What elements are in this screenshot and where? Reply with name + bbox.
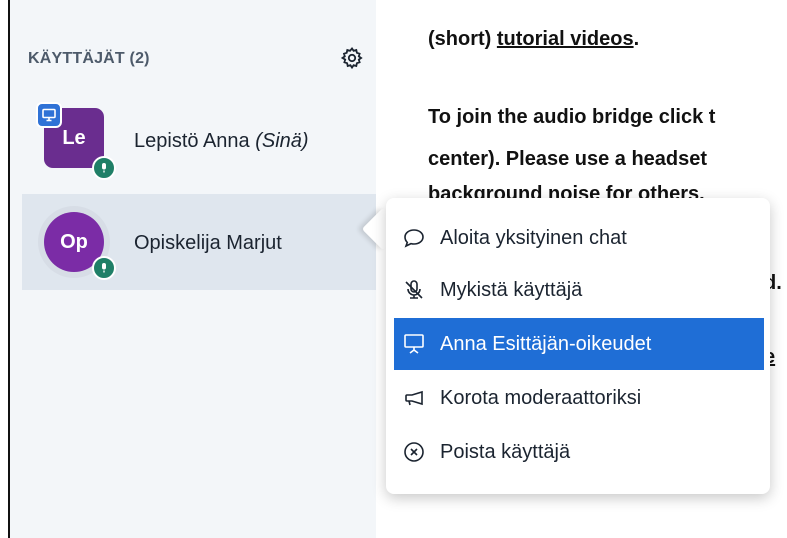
microphone-icon xyxy=(92,156,116,180)
menu-item-label: Anna Esittäjän-oikeudet xyxy=(440,332,652,355)
presentation-icon xyxy=(400,330,428,358)
message-line-1: (short) tutorial videos. xyxy=(428,28,640,50)
microphone-icon xyxy=(92,256,116,280)
user-name: Lepistö Anna (Sinä) xyxy=(134,130,309,152)
gear-icon[interactable] xyxy=(340,46,364,70)
menu-item-private-chat[interactable]: Aloita yksityinen chat xyxy=(394,212,764,264)
user-context-menu: Aloita yksityinen chat Mykistä käyttäjä … xyxy=(386,198,770,494)
menu-item-remove-user[interactable]: Poista käyttäjä xyxy=(394,426,764,478)
menu-item-promote-moderator[interactable]: Korota moderaattoriksi xyxy=(394,372,764,424)
menu-item-make-presenter[interactable]: Anna Esittäjän-oikeudet xyxy=(394,318,764,370)
user-row-self[interactable]: Le Lepistö Anna (Sinä) xyxy=(22,96,376,192)
tutorial-videos-link[interactable]: tutorial videos xyxy=(497,28,634,50)
megaphone-icon xyxy=(400,384,428,412)
user-list-panel: KÄYTTÄJÄT (2) Le Lepistö Anna (Sinä) Op … xyxy=(10,0,376,538)
menu-item-label: Poista käyttäjä xyxy=(440,440,571,463)
user-list-title: KÄYTTÄJÄT (2) xyxy=(28,50,150,67)
menu-item-mute-user[interactable]: Mykistä käyttäjä xyxy=(394,264,764,316)
menu-item-label: Korota moderaattoriksi xyxy=(440,386,642,409)
menu-item-label: Aloita yksityinen chat xyxy=(440,226,627,249)
chat-bubble-icon xyxy=(400,224,428,252)
presenter-icon xyxy=(36,102,62,128)
message-line-2: To join the audio bridge click t xyxy=(428,106,716,128)
menu-item-label: Mykistä käyttäjä xyxy=(440,278,583,301)
message-line-3: center). Please use a headset xyxy=(428,148,708,170)
user-name: Opiskelija Marjut xyxy=(134,232,282,254)
remove-circle-icon xyxy=(400,438,428,466)
mic-muted-icon xyxy=(400,276,428,304)
user-row-opiskelija[interactable]: Op Opiskelija Marjut xyxy=(22,194,376,290)
